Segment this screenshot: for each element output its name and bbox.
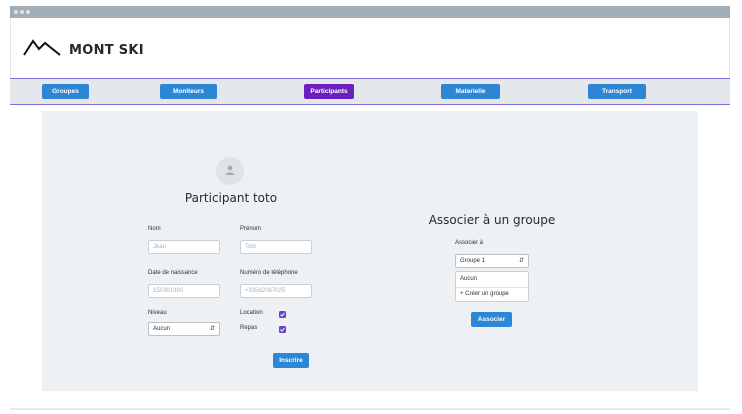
nav-transport-button[interactable]: Transport: [588, 84, 646, 99]
group-select[interactable]: Groupe 1 ⇵: [455, 254, 529, 268]
nom-label: Nom: [148, 226, 161, 232]
group-option-create[interactable]: + Créer un groupe: [460, 291, 509, 297]
location-label: Location: [240, 310, 263, 316]
avatar: [216, 157, 244, 185]
repas-label: Repas: [240, 325, 258, 331]
window-close-dot[interactable]: [14, 10, 18, 14]
niveau-value: Aucun: [153, 326, 171, 332]
user-icon: [225, 165, 235, 175]
associate-title: Associer à un groupe: [428, 213, 556, 227]
window-bottom-border: [10, 408, 730, 410]
browser-window: MONT SKI Groupes Moniteurs Participants …: [10, 6, 730, 410]
associate-label: Associer à: [455, 240, 484, 246]
window-titlebar: [10, 6, 730, 18]
select-arrows-icon: ⇵: [209, 326, 215, 332]
date-input[interactable]: 15/09/1990: [148, 284, 220, 298]
participant-title: Participant toto: [184, 191, 278, 205]
nav-moniteurs-button[interactable]: Moniteurs: [160, 84, 217, 99]
niveau-select[interactable]: Aucun ⇵: [148, 322, 220, 336]
associer-button[interactable]: Associer: [471, 312, 512, 327]
phone-input[interactable]: +33562087025: [240, 284, 312, 298]
niveau-label: Niveau: [148, 310, 167, 316]
nav-participants-button[interactable]: Participants: [304, 84, 354, 99]
prenom-input[interactable]: Toto: [240, 240, 312, 254]
prenom-label: Prénom: [240, 226, 262, 232]
brand-title: MONT SKI: [69, 43, 144, 58]
checkmark-icon: [280, 312, 285, 317]
phone-label: Numéro de téléphone: [240, 270, 298, 276]
main-nav: Groupes Moniteurs Participants Materiell…: [10, 78, 730, 105]
repas-checkbox[interactable]: [279, 326, 286, 333]
select-arrows-icon: ⇵: [518, 258, 524, 264]
nom-input[interactable]: Jean: [148, 240, 220, 254]
content-panel: Participant toto Nom Jean Prénom Toto Da…: [42, 111, 698, 391]
nav-groupes-button[interactable]: Groupes: [42, 84, 89, 99]
group-dropdown: Aucun + Créer un groupe: [455, 271, 529, 302]
date-label: Date de naissance: [148, 270, 198, 276]
mountain-logo-icon: [23, 38, 61, 60]
group-option-aucun[interactable]: Aucun: [460, 276, 477, 282]
window-minimize-dot[interactable]: [20, 10, 24, 14]
location-checkbox[interactable]: [279, 311, 286, 318]
nav-materielle-button[interactable]: Materielle: [441, 84, 500, 99]
checkmark-icon: [280, 327, 285, 332]
app-header: MONT SKI: [10, 18, 730, 78]
dropdown-divider: [456, 287, 528, 288]
window-maximize-dot[interactable]: [26, 10, 30, 14]
inscrire-button[interactable]: Inscrire: [273, 353, 309, 368]
group-select-value: Groupe 1: [460, 258, 486, 264]
